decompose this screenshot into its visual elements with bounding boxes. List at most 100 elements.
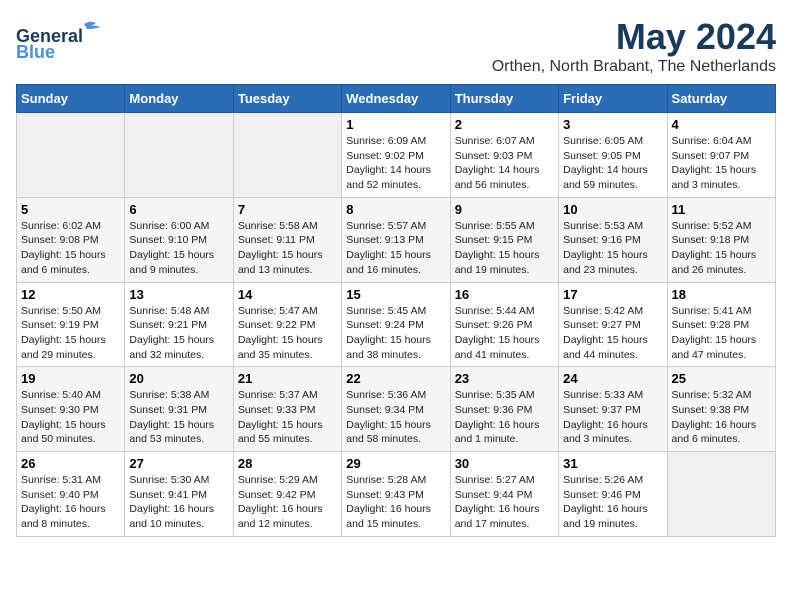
day-number: 6: [129, 202, 228, 217]
day-info: Sunrise: 5:55 AM Sunset: 9:15 PM Dayligh…: [455, 219, 554, 278]
calendar-cell: 3 Sunrise: 6:05 AM Sunset: 9:05 PM Daylig…: [559, 113, 667, 198]
day-info: Sunrise: 6:00 AM Sunset: 9:10 PM Dayligh…: [129, 219, 228, 278]
calendar-cell: [667, 452, 775, 537]
calendar-header-row: Sunday Monday Tuesday Wednesday Thursday…: [17, 85, 776, 113]
day-number: 9: [455, 202, 554, 217]
calendar-cell: 19 Sunrise: 5:40 AM Sunset: 9:30 PM Dayli…: [17, 367, 125, 452]
day-number: 5: [21, 202, 120, 217]
day-info: Sunrise: 5:37 AM Sunset: 9:33 PM Dayligh…: [238, 388, 337, 447]
day-number: 27: [129, 456, 228, 471]
day-info: Sunrise: 5:45 AM Sunset: 9:24 PM Dayligh…: [346, 304, 445, 363]
calendar-cell: 1 Sunrise: 6:09 AM Sunset: 9:02 PM Daylig…: [342, 113, 450, 198]
day-number: 20: [129, 371, 228, 386]
day-info: Sunrise: 5:27 AM Sunset: 9:44 PM Dayligh…: [455, 473, 554, 532]
day-info: Sunrise: 5:33 AM Sunset: 9:37 PM Dayligh…: [563, 388, 662, 447]
calendar-cell: 25Sunrise: 5:32 AM Sunset: 9:38 PM Dayli…: [667, 367, 775, 452]
calendar-cell: 24Sunrise: 5:33 AM Sunset: 9:37 PM Dayli…: [559, 367, 667, 452]
day-number: 30: [455, 456, 554, 471]
day-info: Sunrise: 5:50 AM Sunset: 9:19 PM Dayligh…: [21, 304, 120, 363]
calendar-cell: 15Sunrise: 5:45 AM Sunset: 9:24 PM Dayli…: [342, 282, 450, 367]
day-info: Sunrise: 5:40 AM Sunset: 9:30 PM Dayligh…: [21, 388, 120, 447]
day-info: Sunrise: 5:44 AM Sunset: 9:26 PM Dayligh…: [455, 304, 554, 363]
location-subtitle: Orthen, North Brabant, The Netherlands: [492, 58, 776, 76]
col-sunday: Sunday: [17, 85, 125, 113]
day-number: 31: [563, 456, 662, 471]
day-number: 4: [672, 117, 771, 132]
col-saturday: Saturday: [667, 85, 775, 113]
day-number: 3: [563, 117, 662, 132]
month-year-title: May 2024: [492, 16, 776, 58]
calendar-cell: 2 Sunrise: 6:07 AM Sunset: 9:03 PM Daylig…: [450, 113, 558, 198]
day-number: 8: [346, 202, 445, 217]
calendar-cell: [125, 113, 233, 198]
day-number: 18: [672, 287, 771, 302]
calendar-cell: 31 Sunrise: 5:26 AM Sunset: 9:46 PM Dayli…: [559, 452, 667, 537]
calendar-cell: 18 Sunrise: 5:41 AM Sunset: 9:28 PM Dayli…: [667, 282, 775, 367]
day-number: 2: [455, 117, 554, 132]
col-thursday: Thursday: [450, 85, 558, 113]
col-wednesday: Wednesday: [342, 85, 450, 113]
day-number: 13: [129, 287, 228, 302]
day-info: Sunrise: 5:41 AM Sunset: 9:28 PM Dayligh…: [672, 304, 771, 363]
logo-svg: General Blue: [16, 16, 136, 60]
calendar-cell: 30 Sunrise: 5:27 AM Sunset: 9:44 PM Dayli…: [450, 452, 558, 537]
day-info: Sunrise: 5:28 AM Sunset: 9:43 PM Dayligh…: [346, 473, 445, 532]
calendar-cell: 27 Sunrise: 5:30 AM Sunset: 9:41 PM Dayli…: [125, 452, 233, 537]
day-number: 29: [346, 456, 445, 471]
calendar-cell: [17, 113, 125, 198]
calendar-week-3: 12Sunrise: 5:50 AM Sunset: 9:19 PM Dayli…: [17, 282, 776, 367]
day-number: 17: [563, 287, 662, 302]
day-info: Sunrise: 5:52 AM Sunset: 9:18 PM Dayligh…: [672, 219, 771, 278]
day-info: Sunrise: 5:36 AM Sunset: 9:34 PM Dayligh…: [346, 388, 445, 447]
calendar-cell: 7Sunrise: 5:58 AM Sunset: 9:11 PM Daylig…: [233, 197, 341, 282]
day-number: 26: [21, 456, 120, 471]
calendar-cell: [233, 113, 341, 198]
calendar-week-2: 5 Sunrise: 6:02 AM Sunset: 9:08 PM Daylig…: [17, 197, 776, 282]
day-info: Sunrise: 5:29 AM Sunset: 9:42 PM Dayligh…: [238, 473, 337, 532]
day-number: 10: [563, 202, 662, 217]
day-info: Sunrise: 5:35 AM Sunset: 9:36 PM Dayligh…: [455, 388, 554, 447]
calendar-cell: 12Sunrise: 5:50 AM Sunset: 9:19 PM Dayli…: [17, 282, 125, 367]
day-number: 23: [455, 371, 554, 386]
day-info: Sunrise: 6:07 AM Sunset: 9:03 PM Dayligh…: [455, 134, 554, 193]
day-info: Sunrise: 6:05 AM Sunset: 9:05 PM Dayligh…: [563, 134, 662, 193]
day-number: 21: [238, 371, 337, 386]
calendar-cell: 10 Sunrise: 5:53 AM Sunset: 9:16 PM Dayli…: [559, 197, 667, 282]
calendar-cell: 20 Sunrise: 5:38 AM Sunset: 9:31 PM Dayli…: [125, 367, 233, 452]
day-info: Sunrise: 6:09 AM Sunset: 9:02 PM Dayligh…: [346, 134, 445, 193]
calendar-week-5: 26 Sunrise: 5:31 AM Sunset: 9:40 PM Dayli…: [17, 452, 776, 537]
calendar-cell: 21 Sunrise: 5:37 AM Sunset: 9:33 PM Dayli…: [233, 367, 341, 452]
calendar-cell: 26 Sunrise: 5:31 AM Sunset: 9:40 PM Dayli…: [17, 452, 125, 537]
day-info: Sunrise: 5:32 AM Sunset: 9:38 PM Dayligh…: [672, 388, 771, 447]
day-info: Sunrise: 5:47 AM Sunset: 9:22 PM Dayligh…: [238, 304, 337, 363]
day-info: Sunrise: 6:04 AM Sunset: 9:07 PM Dayligh…: [672, 134, 771, 193]
day-number: 1: [346, 117, 445, 132]
calendar-cell: 4 Sunrise: 6:04 AM Sunset: 9:07 PM Daylig…: [667, 113, 775, 198]
calendar-cell: 28 Sunrise: 5:29 AM Sunset: 9:42 PM Dayli…: [233, 452, 341, 537]
calendar-cell: 9 Sunrise: 5:55 AM Sunset: 9:15 PM Daylig…: [450, 197, 558, 282]
logo: General Blue: [16, 16, 136, 60]
day-info: Sunrise: 5:53 AM Sunset: 9:16 PM Dayligh…: [563, 219, 662, 278]
calendar-cell: 22Sunrise: 5:36 AM Sunset: 9:34 PM Dayli…: [342, 367, 450, 452]
title-area: May 2024 Orthen, North Brabant, The Neth…: [492, 16, 776, 76]
day-number: 19: [21, 371, 120, 386]
svg-text:Blue: Blue: [16, 42, 55, 60]
day-info: Sunrise: 5:30 AM Sunset: 9:41 PM Dayligh…: [129, 473, 228, 532]
col-friday: Friday: [559, 85, 667, 113]
day-number: 7: [238, 202, 337, 217]
day-info: Sunrise: 5:31 AM Sunset: 9:40 PM Dayligh…: [21, 473, 120, 532]
day-info: Sunrise: 6:02 AM Sunset: 9:08 PM Dayligh…: [21, 219, 120, 278]
page-header: General Blue May 2024 Orthen, North Brab…: [16, 16, 776, 76]
day-number: 16: [455, 287, 554, 302]
calendar-week-1: 1 Sunrise: 6:09 AM Sunset: 9:02 PM Daylig…: [17, 113, 776, 198]
calendar-cell: 29 Sunrise: 5:28 AM Sunset: 9:43 PM Dayli…: [342, 452, 450, 537]
calendar-cell: 14Sunrise: 5:47 AM Sunset: 9:22 PM Dayli…: [233, 282, 341, 367]
day-info: Sunrise: 5:57 AM Sunset: 9:13 PM Dayligh…: [346, 219, 445, 278]
col-tuesday: Tuesday: [233, 85, 341, 113]
day-number: 28: [238, 456, 337, 471]
calendar-cell: 8 Sunrise: 5:57 AM Sunset: 9:13 PM Daylig…: [342, 197, 450, 282]
calendar-cell: 16 Sunrise: 5:44 AM Sunset: 9:26 PM Dayli…: [450, 282, 558, 367]
day-info: Sunrise: 5:26 AM Sunset: 9:46 PM Dayligh…: [563, 473, 662, 532]
day-number: 11: [672, 202, 771, 217]
day-info: Sunrise: 5:38 AM Sunset: 9:31 PM Dayligh…: [129, 388, 228, 447]
